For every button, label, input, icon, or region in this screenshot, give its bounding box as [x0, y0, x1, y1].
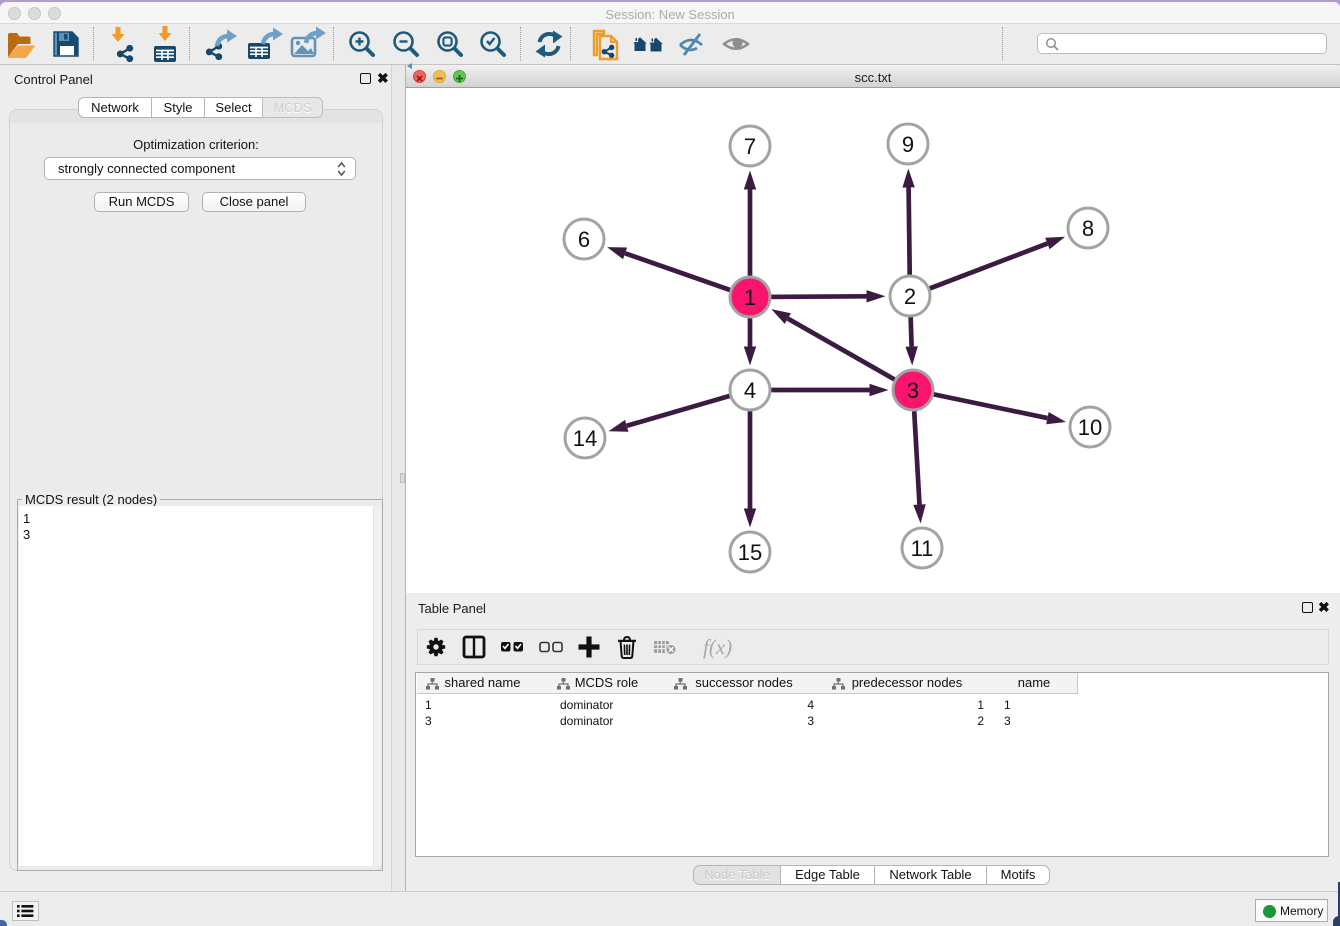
svg-text:6: 6 — [578, 227, 590, 252]
svg-text:f(x): f(x) — [703, 635, 732, 659]
svg-text:2: 2 — [904, 284, 916, 309]
svg-text:14: 14 — [573, 426, 597, 451]
svg-text:11: 11 — [911, 536, 934, 561]
svg-text:9: 9 — [902, 132, 914, 157]
svg-text:3: 3 — [907, 378, 919, 403]
svg-text:7: 7 — [744, 134, 756, 159]
svg-text:15: 15 — [738, 540, 762, 565]
svg-text:10: 10 — [1078, 415, 1102, 440]
svg-text:4: 4 — [744, 378, 756, 403]
svg-text:1: 1 — [744, 285, 756, 310]
svg-text:8: 8 — [1082, 216, 1094, 241]
